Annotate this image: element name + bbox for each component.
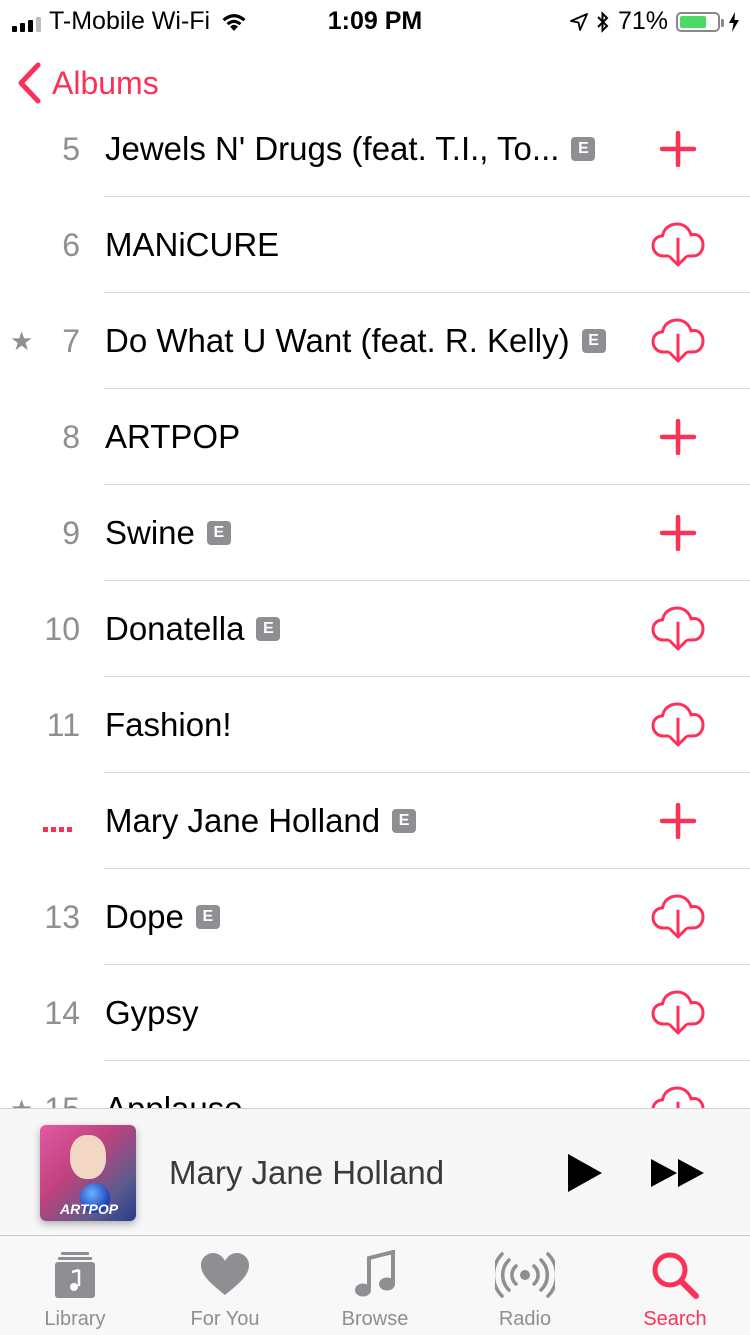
cloud-download-icon — [651, 1086, 705, 1109]
status-bar: T-Mobile Wi-Fi 1:09 PM 71% — [0, 0, 750, 40]
track-list[interactable]: 5 Jewels N' Drugs (feat. T.I., To... E 6 MAN… — [0, 101, 750, 1109]
track-title: Mary Jane Holland — [105, 802, 381, 839]
now-playing-indicator-icon — [43, 827, 72, 832]
track-number: 14 — [44, 995, 80, 1031]
track-number: 6 — [62, 227, 80, 263]
fast-forward-button[interactable] — [648, 1153, 708, 1193]
track-title: Jewels N' Drugs (feat. T.I., To... — [105, 130, 560, 167]
battery-percent: 71% — [617, 7, 668, 35]
track-title: ARTPOP — [105, 418, 241, 455]
radio-icon — [495, 1252, 555, 1298]
track-title: Applause — [105, 1090, 243, 1109]
track-number: 11 — [46, 707, 80, 743]
add-to-library-button[interactable] — [646, 505, 710, 561]
play-button[interactable] — [562, 1153, 608, 1193]
track-row[interactable]: 13 Dope E — [0, 869, 750, 965]
download-button[interactable] — [646, 889, 710, 945]
track-row[interactable]: 8 ARTPOP — [0, 389, 750, 485]
download-button[interactable] — [646, 1081, 710, 1109]
back-label: Albums — [52, 64, 159, 101]
add-to-library-button[interactable] — [646, 121, 710, 177]
track-row[interactable]: 14 Gypsy — [0, 965, 750, 1061]
track-title: MANiCURE — [105, 226, 280, 263]
track-title: Dope — [105, 898, 184, 935]
tab-label: Radio — [498, 1308, 552, 1330]
cloud-download-icon — [651, 606, 705, 651]
battery-icon — [676, 11, 724, 32]
add-to-library-button[interactable] — [646, 793, 710, 849]
album-artwork[interactable]: ARTPOP — [40, 1125, 136, 1221]
bluetooth-icon — [597, 10, 609, 33]
plus-icon — [660, 419, 696, 455]
battery-fill — [680, 15, 706, 28]
tab-search[interactable]: Search — [600, 1236, 750, 1335]
tab-label: For You — [190, 1308, 260, 1330]
cloud-download-icon — [651, 894, 705, 939]
now-playing-title[interactable]: Mary Jane Holland — [169, 1109, 444, 1236]
music-note-icon — [355, 1250, 395, 1297]
track-title: Fashion! — [105, 706, 232, 743]
track-number: 7 — [62, 323, 80, 359]
artwork-text: ARTPOP — [60, 1201, 119, 1217]
library-icon — [55, 1252, 95, 1298]
track-row[interactable]: 10 Donatella E — [0, 581, 750, 677]
track-row[interactable]: 9 Swine E — [0, 485, 750, 581]
tab-for-you[interactable]: For You — [150, 1236, 300, 1335]
explicit-badge: E — [195, 905, 220, 929]
explicit-badge: E — [256, 617, 281, 641]
chevron-left-icon — [18, 62, 41, 104]
download-button[interactable] — [646, 697, 710, 753]
download-button[interactable] — [646, 601, 710, 657]
cloud-download-icon — [651, 990, 705, 1035]
track-row[interactable]: 6 MANiCURE — [0, 197, 750, 293]
tab-label: Library — [44, 1308, 106, 1330]
search-icon — [652, 1252, 699, 1299]
cloud-download-icon — [651, 702, 705, 747]
tab-label: Search — [643, 1308, 707, 1330]
download-button[interactable] — [646, 217, 710, 273]
explicit-badge: E — [571, 137, 596, 161]
track-title: Gypsy — [105, 994, 199, 1031]
track-row[interactable]: ★ 15 Applause — [0, 1061, 750, 1109]
track-number: 15 — [44, 1091, 80, 1109]
track-number: 5 — [62, 131, 80, 167]
track-number: 8 — [62, 419, 80, 455]
explicit-badge: E — [581, 329, 606, 353]
heart-icon — [201, 1253, 249, 1295]
tab-label: Browse — [341, 1308, 409, 1330]
track-title: Swine — [105, 514, 195, 551]
back-button[interactable]: Albums — [16, 62, 159, 104]
track-title: Do What U Want (feat. R. Kelly) — [105, 322, 570, 359]
tab-bar: Library For You Browse Radio Search — [0, 1235, 750, 1335]
mini-player[interactable]: ARTPOP Mary Jane Holland — [0, 1108, 750, 1236]
location-arrow-icon — [570, 12, 588, 31]
track-row[interactable]: 11 Fashion! — [0, 677, 750, 773]
track-row[interactable]: Mary Jane Holland E — [0, 773, 750, 869]
cloud-download-icon — [651, 318, 705, 363]
track-row[interactable]: 5 Jewels N' Drugs (feat. T.I., To... E — [0, 101, 750, 197]
download-button[interactable] — [646, 313, 710, 369]
add-to-library-button[interactable] — [646, 409, 710, 465]
track-number: 10 — [44, 611, 80, 647]
track-title: Donatella — [105, 610, 245, 647]
track-number: 13 — [44, 899, 80, 935]
plus-icon — [660, 515, 696, 551]
explicit-badge: E — [206, 521, 231, 545]
tab-radio[interactable]: Radio — [450, 1236, 600, 1335]
explicit-badge: E — [392, 809, 417, 833]
plus-icon — [660, 131, 696, 167]
tab-library[interactable]: Library — [0, 1236, 150, 1335]
status-right: 71% — [570, 7, 740, 36]
track-row[interactable]: ★ 7 Do What U Want (feat. R. Kelly) E — [0, 293, 750, 389]
plus-icon — [660, 803, 696, 839]
download-button[interactable] — [646, 985, 710, 1041]
charging-bolt-icon — [729, 11, 739, 32]
tab-browse[interactable]: Browse — [300, 1236, 450, 1335]
cloud-download-icon — [651, 222, 705, 267]
track-number: 9 — [62, 515, 80, 551]
